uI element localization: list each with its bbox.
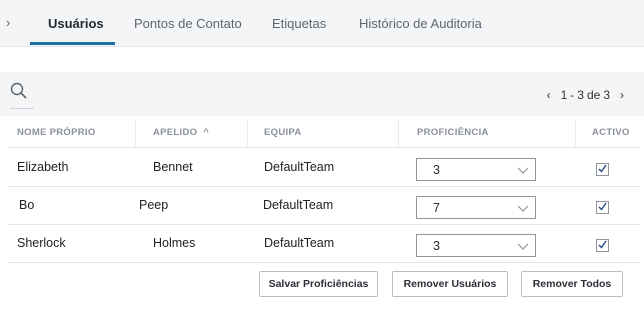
column-divider xyxy=(575,119,576,147)
cell-last-name: Bennet xyxy=(153,160,193,174)
proficiency-value: 3 xyxy=(433,239,440,253)
active-checkbox[interactable] xyxy=(596,163,609,176)
range-dash: - xyxy=(570,88,575,102)
proficiency-select[interactable]: 3 xyxy=(416,234,536,257)
chevron-down-icon xyxy=(517,243,529,250)
column-divider xyxy=(398,119,399,147)
cell-first-name: Bo xyxy=(19,198,35,212)
header-active[interactable]: ACTIVO xyxy=(592,119,630,147)
header-proficiency[interactable]: PROFICIÊNCIA xyxy=(417,119,489,147)
chevron-down-icon xyxy=(517,167,529,174)
pagination: ‹ 1 - 3 de 3 › xyxy=(547,88,624,102)
save-proficiencies-button[interactable]: Salvar Proficiências xyxy=(259,271,378,297)
proficiency-select[interactable]: 7 xyxy=(416,196,536,219)
next-page-icon[interactable]: › xyxy=(620,88,624,102)
tab-pontos-de-contato[interactable]: Pontos de Contato xyxy=(134,16,242,31)
column-divider xyxy=(135,119,136,147)
checkmark-icon xyxy=(598,240,607,249)
page-range: 1 - 3 de 3 xyxy=(561,88,610,102)
chevron-down-icon xyxy=(517,205,529,212)
range-of: de xyxy=(586,88,601,102)
header-last-name-label: APELIDO xyxy=(153,127,198,138)
cell-last-name: Peep xyxy=(139,198,169,212)
proficiency-value: 7 xyxy=(433,201,440,215)
table-row: Sherlock Holmes DefaultTeam 3 xyxy=(8,225,640,263)
tab-usuarios[interactable]: Usuários xyxy=(48,16,104,31)
tab-bar: › Usuários Pontos de Contato Etiquetas H… xyxy=(0,0,644,47)
range-start: 1 xyxy=(560,88,568,102)
proficiency-select[interactable]: 3 xyxy=(416,158,536,181)
remove-users-button[interactable]: Remover Usuários xyxy=(392,271,508,297)
tabs-scroll-left-icon[interactable]: › xyxy=(6,15,10,30)
tab-etiquetas[interactable]: Etiquetas xyxy=(272,16,326,31)
proficiency-value: 3 xyxy=(433,163,440,177)
tab-historico-de-auditoria[interactable]: Histórico de Auditoria xyxy=(359,16,482,31)
header-last-name[interactable]: APELIDO ^ xyxy=(153,119,209,147)
cell-team: DefaultTeam xyxy=(263,198,334,212)
table-toolbar: ‹ 1 - 3 de 3 › xyxy=(0,72,644,116)
remove-all-button[interactable]: Remover Todos xyxy=(521,271,623,297)
table-row: Bo Peep DefaultTeam 7 xyxy=(8,187,640,225)
cell-first-name: Sherlock xyxy=(17,236,66,250)
sort-ascending-icon: ^ xyxy=(203,127,210,138)
header-team[interactable]: EQUIPA xyxy=(264,119,302,147)
search-icon xyxy=(10,82,27,99)
range-total: 3 xyxy=(603,88,610,102)
header-first-name[interactable]: NOME PRÓPRIO xyxy=(17,119,96,147)
search-input[interactable] xyxy=(10,78,34,109)
cell-last-name: Holmes xyxy=(153,236,196,250)
active-tab-indicator xyxy=(30,42,115,45)
range-end: 3 xyxy=(577,88,584,102)
cell-first-name: Elizabeth xyxy=(17,160,69,174)
active-checkbox[interactable] xyxy=(596,201,609,214)
cell-team: DefaultTeam xyxy=(264,160,335,174)
column-divider xyxy=(247,119,248,147)
cell-team: DefaultTeam xyxy=(264,236,335,250)
prev-page-icon[interactable]: ‹ xyxy=(547,88,551,102)
active-checkbox[interactable] xyxy=(596,239,609,252)
table-row: Elizabeth Bennet DefaultTeam 3 xyxy=(8,149,640,187)
table-header: NOME PRÓPRIO APELIDO ^ EQUIPA PROFICIÊNC… xyxy=(8,119,640,148)
checkmark-icon xyxy=(598,164,607,173)
checkmark-icon xyxy=(598,202,607,211)
